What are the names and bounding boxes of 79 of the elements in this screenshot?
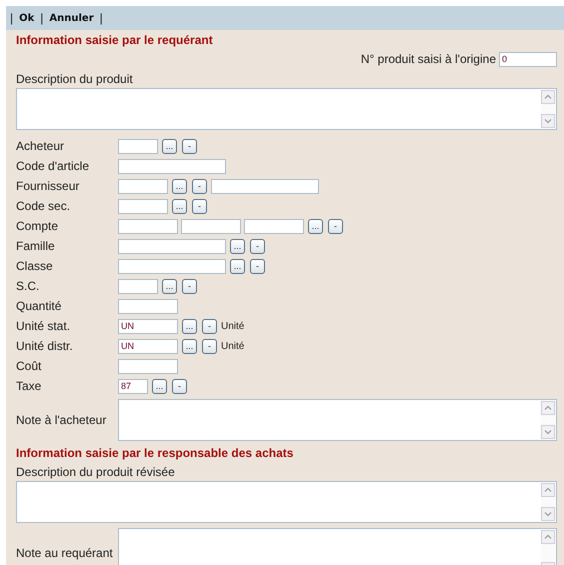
input-field[interactable] xyxy=(181,218,241,234)
field-label: Acheteur xyxy=(16,139,66,153)
scroll-down-icon[interactable] xyxy=(541,114,555,128)
input-field[interactable] xyxy=(118,198,168,214)
scroll-down-icon[interactable] xyxy=(541,425,555,439)
input-field[interactable] xyxy=(118,258,226,274)
scrollbar[interactable] xyxy=(541,90,555,128)
input-field[interactable] xyxy=(118,358,178,374)
text-area[interactable] xyxy=(118,399,557,441)
toolbar-button[interactable]: Ok xyxy=(19,12,34,24)
field-label: Taxe xyxy=(16,379,42,393)
input-field[interactable] xyxy=(244,218,304,234)
separator: | xyxy=(10,11,14,25)
clear-button[interactable]: - xyxy=(192,178,207,194)
scroll-up-icon[interactable] xyxy=(541,90,555,104)
clear-button[interactable]: - xyxy=(172,378,187,394)
section-heading: Information saisie par le responsable des achats xyxy=(16,445,294,462)
field-label: Famille xyxy=(16,239,56,253)
input-field[interactable] xyxy=(118,138,158,154)
clear-button[interactable]: - xyxy=(250,258,265,274)
input-field[interactable] xyxy=(211,178,319,194)
field-label: Unité distr. xyxy=(16,339,74,353)
toolbar-button[interactable]: Annuler xyxy=(49,12,94,24)
lookup-button[interactable]: ... xyxy=(182,338,197,354)
clear-button[interactable]: - xyxy=(328,218,343,234)
clear-button[interactable]: - xyxy=(202,318,217,334)
unit-label: Unité xyxy=(221,340,244,352)
text-area[interactable] xyxy=(118,528,557,565)
field-label: Note à l'acheteur xyxy=(16,413,108,427)
lookup-button[interactable]: ... xyxy=(162,278,177,294)
unit-label: Unité xyxy=(221,320,244,332)
input-field[interactable] xyxy=(118,158,226,174)
field-label: Description du produit xyxy=(16,71,134,88)
lookup-button[interactable]: ... xyxy=(230,238,245,254)
input-field[interactable]: 0 xyxy=(499,52,557,66)
field-label: Code d'article xyxy=(16,159,90,173)
field-label: Compte xyxy=(16,219,60,233)
input-field[interactable] xyxy=(118,178,168,194)
lookup-button[interactable]: ... xyxy=(172,178,187,194)
input-field[interactable] xyxy=(118,298,178,314)
separator: | xyxy=(40,11,44,25)
scroll-up-icon[interactable] xyxy=(541,401,555,415)
field-label: Fournisseur xyxy=(16,179,80,193)
clear-button[interactable]: - xyxy=(192,198,207,214)
field-label: Note au requérant xyxy=(16,546,114,560)
input-field[interactable]: UN xyxy=(118,338,178,354)
scroll-down-icon[interactable] xyxy=(541,507,555,521)
lookup-button[interactable]: ... xyxy=(162,138,177,154)
field-label: Quantité xyxy=(16,299,62,313)
text-area[interactable] xyxy=(16,88,557,130)
field-label: Coût xyxy=(16,359,42,373)
field-label: N° produit saisi à l'origine xyxy=(360,52,496,66)
scrollbar[interactable] xyxy=(541,401,555,439)
lookup-button[interactable]: ... xyxy=(230,258,245,274)
lookup-button[interactable]: ... xyxy=(182,318,197,334)
separator: | xyxy=(100,11,103,25)
clear-button[interactable]: - xyxy=(250,238,265,254)
clear-button[interactable]: - xyxy=(202,338,217,354)
clear-button[interactable]: - xyxy=(182,278,197,294)
input-field[interactable] xyxy=(118,218,178,234)
clear-button[interactable]: - xyxy=(182,138,197,154)
scroll-up-icon[interactable] xyxy=(541,483,555,497)
lookup-button[interactable]: ... xyxy=(152,378,167,394)
field-label: Unité stat. xyxy=(16,319,72,333)
scrollbar[interactable] xyxy=(541,483,555,521)
field-label: Description du produit révisée xyxy=(16,464,176,481)
lookup-button[interactable]: ... xyxy=(172,198,187,214)
section-heading: Information saisie par le requérant xyxy=(16,32,214,49)
field-label: S.C. xyxy=(16,279,40,293)
scrollbar[interactable] xyxy=(541,530,555,565)
field-label: Code sec. xyxy=(16,199,72,213)
input-field[interactable] xyxy=(118,278,158,294)
input-field[interactable] xyxy=(118,238,226,254)
text-area[interactable] xyxy=(16,481,557,523)
lookup-button[interactable]: ... xyxy=(308,218,323,234)
field-label: Classe xyxy=(16,259,54,273)
input-field[interactable]: 87 xyxy=(118,378,148,394)
scroll-up-icon[interactable] xyxy=(541,530,555,544)
input-field[interactable]: UN xyxy=(118,318,178,334)
